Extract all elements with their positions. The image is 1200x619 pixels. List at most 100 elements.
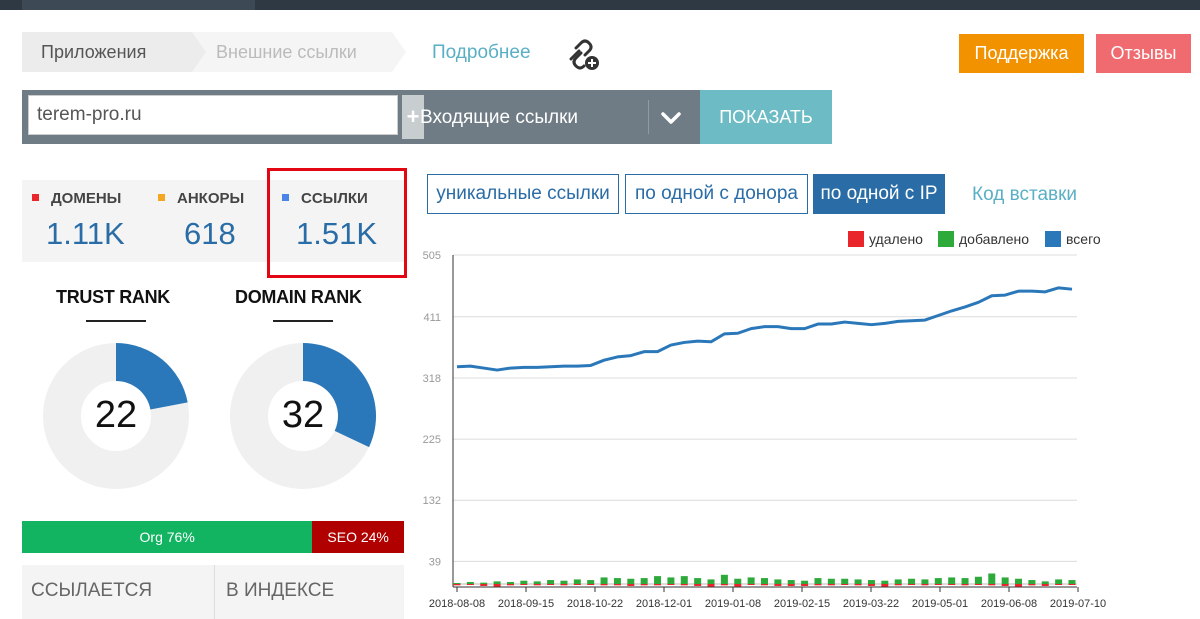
removed-bar	[587, 584, 595, 585]
x-tick-label: 2019-02-15	[774, 598, 830, 610]
added-bar	[720, 574, 728, 584]
removed-bar	[921, 584, 929, 586]
added-bar	[1015, 578, 1023, 584]
breadcrumb-item-external-links[interactable]: Внешние ссылки	[192, 32, 406, 72]
removed-bar	[961, 584, 969, 586]
filter-tab-unique[interactable]: уникальные ссылки	[427, 174, 619, 214]
select-divider	[648, 100, 649, 134]
links-chart: удалено добавлено всего 505 411 318 225 132 39 20…	[423, 231, 1106, 610]
added-bar	[694, 578, 702, 584]
removed-bar	[707, 584, 715, 587]
removed-bar	[1028, 584, 1036, 586]
filter-tab-per-ip[interactable]: по одной с IP	[813, 174, 945, 214]
removed-bar	[761, 584, 768, 586]
filter-tab-per-donor[interactable]: по одной с донора	[625, 174, 808, 214]
breadcrumb-item-apps[interactable]: Приложения	[22, 32, 206, 72]
added-bar	[493, 581, 501, 584]
added-bar	[453, 583, 461, 584]
added-bar	[867, 580, 875, 584]
removed-bar	[787, 584, 795, 586]
added-bar	[881, 580, 889, 584]
added-bar	[654, 576, 662, 584]
removed-bar	[908, 584, 916, 585]
removed-bar	[547, 584, 555, 585]
added-bar	[787, 580, 795, 584]
chevron-down-icon[interactable]	[660, 108, 682, 128]
removed-bar	[974, 584, 982, 585]
removed-bar	[841, 584, 849, 585]
trust-rank-underline	[86, 320, 146, 322]
added-bar	[1055, 579, 1063, 584]
stat-domains-label: ДОМЕНЫ	[51, 190, 122, 207]
added-bar	[707, 579, 715, 584]
removed-bar	[1001, 584, 1009, 586]
x-tick-label: 2018-09-15	[498, 598, 554, 610]
removed-bar	[814, 584, 822, 586]
removed-bar	[694, 584, 702, 586]
more-details-link[interactable]: Подробнее	[432, 42, 531, 64]
removed-bar	[493, 584, 501, 587]
added-bar	[827, 578, 835, 584]
stat-label: АНКОРЫ	[158, 190, 244, 207]
removed-bar	[774, 584, 782, 586]
x-tick-label: 2019-05-01	[912, 598, 968, 610]
add-link-icon[interactable]	[565, 37, 601, 71]
removed-bar	[948, 584, 956, 585]
y-tick-label: 132	[423, 495, 441, 507]
removed-bar	[934, 584, 942, 585]
search-bar: + Входящие ссылки ПОКАЗАТЬ	[22, 90, 832, 144]
added-bar	[667, 577, 675, 584]
added-bar	[974, 576, 982, 584]
tab-indexed[interactable]: В ИНДЕКСЕ	[226, 580, 334, 602]
stat-anchors-label: АНКОРЫ	[177, 190, 245, 207]
y-tick-label: 411	[423, 312, 441, 324]
y-tick-label: 225	[423, 434, 441, 446]
added-bar	[573, 579, 581, 584]
removed-bar	[680, 584, 688, 586]
removed-bar	[613, 584, 621, 586]
removed-bar	[747, 584, 755, 585]
removed-bar	[520, 584, 528, 585]
added-bar	[1068, 580, 1076, 584]
removed-bar	[640, 584, 648, 586]
removed-bar	[480, 584, 488, 586]
removed-bar	[988, 584, 996, 586]
removed-bar	[573, 584, 581, 585]
organic-segment: Org 76%	[22, 521, 313, 553]
removed-bar	[801, 584, 809, 586]
x-tick-label: 2018-10-22	[567, 598, 623, 610]
reviews-button[interactable]: Отзывы	[1096, 34, 1191, 73]
x-tick-label: 2019-03-22	[843, 598, 899, 610]
domain-rank-underline	[273, 320, 333, 322]
embed-code-link[interactable]: Код вставки	[972, 184, 1077, 206]
added-bar	[547, 580, 555, 584]
removed-bar	[560, 584, 568, 586]
stat-anchors-value: 618	[184, 216, 236, 251]
trust-rank-value: 22	[94, 394, 138, 436]
top-nav-segment[interactable]	[22, 0, 255, 10]
x-tick-label: 2019-01-08	[705, 598, 761, 610]
added-bar	[520, 580, 528, 584]
added-bar	[908, 578, 916, 584]
show-button[interactable]: ПОКАЗАТЬ	[700, 90, 832, 144]
removed-bar	[1055, 584, 1063, 585]
added-bar	[921, 579, 929, 584]
added-bar	[613, 578, 621, 584]
breadcrumb: Приложения Внешние ссылки	[22, 32, 406, 72]
stat-domains-value: 1.11K	[46, 216, 125, 251]
breadcrumb-item-label: Внешние ссылки	[216, 41, 357, 62]
removed-bar	[654, 584, 662, 586]
domain-input[interactable]	[28, 95, 398, 135]
added-bar	[814, 578, 822, 584]
added-bar	[480, 582, 488, 584]
removed-bar	[506, 584, 514, 586]
added-bar	[587, 580, 595, 584]
domain-rank-title: DOMAIN RANK	[235, 287, 362, 307]
tab-referring[interactable]: ССЫЛАЕТСЯ	[31, 580, 152, 602]
removed-bar	[600, 584, 608, 586]
link-type-select[interactable]: Входящие ссылки	[420, 107, 578, 129]
added-bar	[640, 578, 648, 584]
removed-bar	[453, 584, 461, 586]
bottom-tabs: ССЫЛАЕТСЯ В ИНДЕКСЕ	[22, 565, 404, 619]
support-button[interactable]: Поддержка	[959, 34, 1084, 73]
